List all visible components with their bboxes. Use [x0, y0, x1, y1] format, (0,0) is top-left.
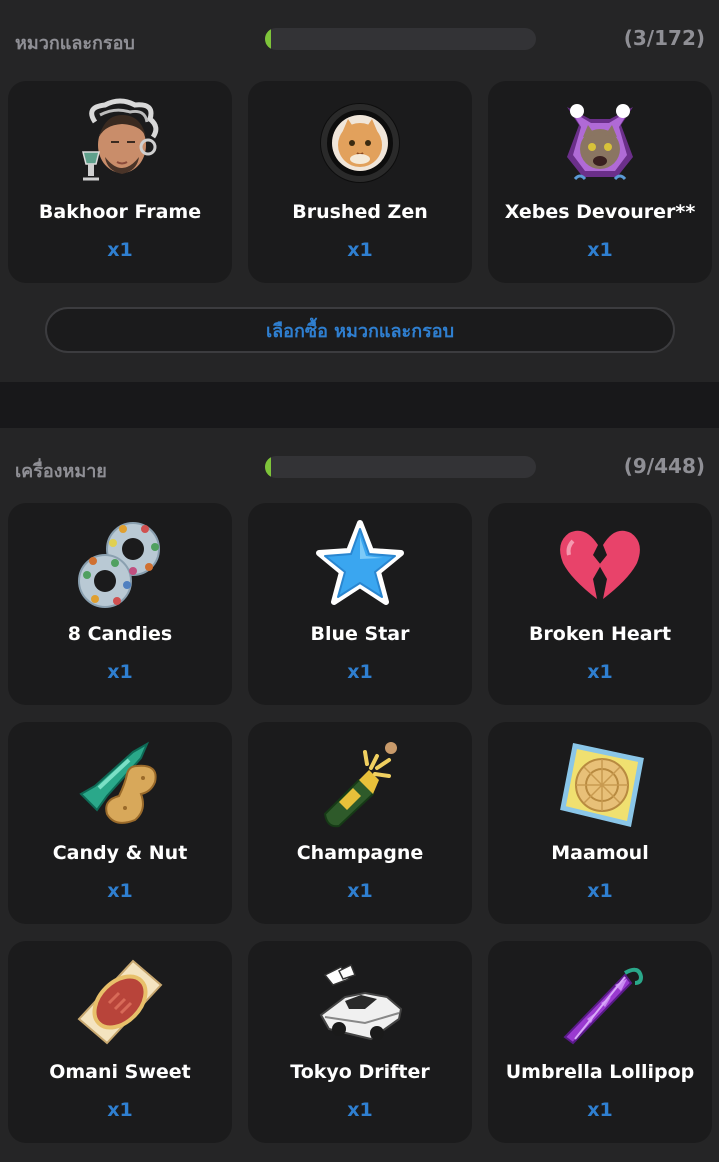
buy-frames-button[interactable]: เลือกซื้อ หมวกและกรอบ	[45, 307, 675, 353]
item-card-qty: x1	[107, 1099, 133, 1121]
item-card-champagne[interactable]: Champagne x1	[248, 722, 472, 924]
broken-heart-icon	[560, 530, 640, 599]
items-progress-fill	[265, 456, 271, 478]
item-card-broken-heart[interactable]: Broken Heart x1	[488, 503, 712, 705]
items-section-title: เครื่องหมาย	[15, 461, 107, 482]
frame-card-brushed-zen[interactable]: Brushed Zen x1	[248, 81, 472, 283]
frames-section-title: หมวกและกรอบ	[15, 33, 135, 54]
item-card-blue-star[interactable]: Blue Star x1	[248, 503, 472, 705]
item-card-qty: x1	[107, 880, 133, 902]
frame-card-qty: x1	[107, 239, 133, 261]
item-card-maamoul[interactable]: Maamoul x1	[488, 722, 712, 924]
frames-section-header: หมวกและกรอบ (3/172)	[0, 0, 719, 80]
item-card-name: Umbrella Lollipop	[505, 1061, 695, 1083]
omani-sweet-icon	[77, 959, 163, 1045]
item-card-name: 8 Candies	[67, 623, 173, 645]
tokyo-drifter-car-icon	[319, 963, 403, 1041]
frame-card-name: Xebes Devourer**	[504, 201, 696, 223]
candy-nut-icon	[79, 741, 157, 824]
frames-progress-fill	[265, 28, 271, 50]
brushed-zen-frame-icon	[320, 103, 400, 183]
item-card-name: Candy & Nut	[52, 842, 188, 864]
item-card-umbrella-lollipop[interactable]: Umbrella Lollipop x1	[488, 941, 712, 1143]
item-card-qty: x1	[107, 661, 133, 683]
item-card-qty: x1	[587, 880, 613, 902]
item-card-qty: x1	[347, 661, 373, 683]
items-progress-bar	[265, 456, 536, 478]
item-card-name: Maamoul	[551, 842, 649, 864]
frame-card-bakhoor[interactable]: Bakhoor Frame x1	[8, 81, 232, 283]
blue-star-icon	[316, 520, 404, 605]
items-section-header: เครื่องหมาย (9/448)	[0, 428, 719, 508]
candies-icon	[78, 522, 160, 608]
frame-card-name: Bakhoor Frame	[38, 201, 202, 223]
frame-card-name: Brushed Zen	[292, 201, 428, 223]
item-card-candy-nut[interactable]: Candy & Nut x1	[8, 722, 232, 924]
item-card-8-candies[interactable]: 8 Candies x1	[8, 503, 232, 705]
item-card-tokyo-drifter[interactable]: Tokyo Drifter x1	[248, 941, 472, 1143]
maamoul-icon	[560, 743, 644, 828]
item-card-omani-sweet[interactable]: Omani Sweet x1	[8, 941, 232, 1143]
item-card-name: Blue Star	[310, 623, 410, 645]
items-count: (9/448)	[623, 454, 705, 478]
champagne-icon	[323, 742, 397, 828]
item-card-name: Omani Sweet	[49, 1061, 191, 1083]
frame-card-xebes-devourer[interactable]: Xebes Devourer** x1	[488, 81, 712, 283]
frames-section: หมวกและกรอบ (3/172) Bakhoor Frame x1 Bru…	[0, 0, 719, 382]
frame-card-qty: x1	[347, 239, 373, 261]
umbrella-lollipop-icon	[563, 967, 644, 1045]
item-card-qty: x1	[587, 661, 613, 683]
frames-count: (3/172)	[623, 26, 705, 50]
item-card-qty: x1	[347, 880, 373, 902]
item-card-qty: x1	[587, 1099, 613, 1121]
frames-progress-bar	[265, 28, 536, 50]
xebes-devourer-frame-icon	[567, 104, 633, 181]
items-section: เครื่องหมาย (9/448) 8 Candies x1 Blue St…	[0, 428, 719, 1162]
bakhoor-frame-icon	[82, 98, 159, 181]
item-card-name: Broken Heart	[528, 623, 672, 645]
frame-card-qty: x1	[587, 239, 613, 261]
item-card-name: Champagne	[296, 842, 424, 864]
item-card-name: Tokyo Drifter	[290, 1061, 430, 1083]
item-card-qty: x1	[347, 1099, 373, 1121]
